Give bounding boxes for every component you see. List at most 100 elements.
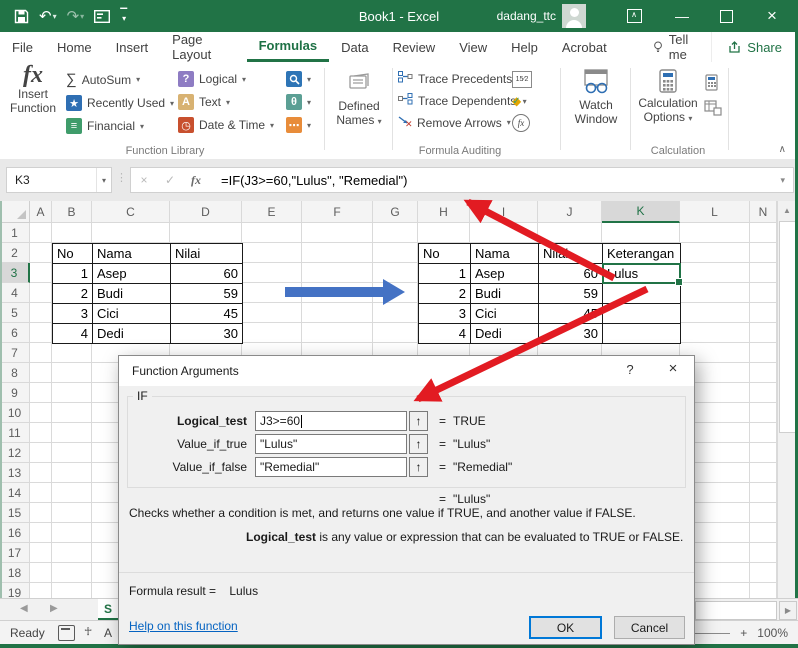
dialog-close-icon[interactable]: × (659, 360, 687, 380)
row-header-19[interactable]: 19 (0, 583, 30, 598)
row-header-14[interactable]: 14 (0, 483, 30, 503)
financial-button[interactable]: ≡ Financial ▾ (66, 118, 174, 134)
calculate-sheet-icon[interactable] (704, 100, 722, 119)
row-header-12[interactable]: 12 (0, 443, 30, 463)
expand-formula-bar-icon[interactable]: ▾ (780, 175, 785, 186)
cell-B2[interactable]: No (53, 244, 93, 264)
row-header-9[interactable]: 9 (0, 383, 30, 403)
prev-sheet-icon[interactable]: ◀ (20, 603, 28, 614)
logical-button[interactable]: ? Logical ▾ (178, 71, 274, 87)
accessibility-icon[interactable]: ☥ (84, 625, 92, 638)
cell-D2[interactable]: Nilai (171, 244, 243, 264)
more-functions-button[interactable]: ⋯ ▾ (286, 117, 311, 133)
ok-button[interactable]: OK (529, 616, 602, 639)
collapse-dialog-icon[interactable]: ↑ (409, 457, 428, 477)
selected-cell-outline[interactable] (602, 263, 683, 286)
cell-J4[interactable]: 59 (539, 284, 603, 304)
cell-H3[interactable]: 1 (419, 264, 471, 284)
math-trig-button[interactable]: θ ▾ (286, 94, 311, 110)
cell-J6[interactable]: 30 (539, 324, 603, 344)
formula-text[interactable]: =IF(J3>=60,"Lulus", "Remedial") (221, 173, 407, 188)
cell-C6[interactable]: Dedi (93, 324, 171, 344)
cell-K6[interactable] (603, 324, 681, 344)
column-header-L[interactable]: L (680, 201, 750, 223)
name-box[interactable]: K3 ▾ (6, 167, 112, 193)
cell-D4[interactable]: 59 (171, 284, 243, 304)
row-header-16[interactable]: 16 (0, 523, 30, 543)
row-header-8[interactable]: 8 (0, 363, 30, 383)
insert-function-button[interactable]: fx Insert Function (6, 63, 60, 115)
zoom-level[interactable]: 100% (757, 626, 788, 640)
collapse-dialog-icon[interactable]: ↑ (409, 411, 428, 431)
column-header-A[interactable]: A (30, 201, 52, 223)
cell-C2[interactable]: Nama (93, 244, 171, 264)
cell-H5[interactable]: 3 (419, 304, 471, 324)
tab-formulas[interactable]: Formulas (246, 32, 330, 62)
date-time-button[interactable]: ◷ Date & Time ▾ (178, 117, 274, 133)
cell-K5[interactable] (603, 304, 681, 324)
horizontal-scrollbar[interactable] (695, 601, 777, 620)
row-header-1[interactable]: 1 (0, 223, 30, 243)
dialog-title-bar[interactable]: Function Arguments ? × (119, 356, 694, 386)
collapse-ribbon-icon[interactable]: ∧ (779, 144, 786, 155)
row-header-13[interactable]: 13 (0, 463, 30, 483)
collapse-dialog-icon[interactable]: ↑ (409, 434, 428, 454)
row-header-11[interactable]: 11 (0, 423, 30, 443)
column-header-I[interactable]: I (470, 201, 538, 223)
cell-D5[interactable]: 45 (171, 304, 243, 324)
cancel-button[interactable]: Cancel (614, 616, 685, 639)
vertical-scroll-thumb[interactable] (779, 221, 796, 433)
row-header-5[interactable]: 5 (0, 303, 30, 323)
cell-I6[interactable]: Dedi (471, 324, 539, 344)
cell-C5[interactable]: Cici (93, 304, 171, 324)
dialog-help-icon[interactable]: ? (617, 362, 643, 380)
row-header-4[interactable]: 4 (0, 283, 30, 303)
defined-names-button[interactable]: Defined Names ▾ (330, 68, 388, 129)
trace-dependents-button[interactable]: Trace Dependents (398, 93, 516, 108)
row-header-7[interactable]: 7 (0, 343, 30, 363)
error-checking-button[interactable]: ◆ ✓ ▾ (512, 94, 532, 108)
cell-H4[interactable]: 2 (419, 284, 471, 304)
minimize-button[interactable]: — (662, 0, 702, 32)
insert-function-icon[interactable]: fx (183, 173, 209, 188)
tab-file[interactable]: File (0, 32, 45, 62)
scroll-right-icon[interactable]: ▶ (779, 601, 797, 620)
maximize-button[interactable] (706, 0, 746, 32)
cell-C3[interactable]: Asep (93, 264, 171, 284)
column-header-F[interactable]: F (302, 201, 373, 223)
column-header-G[interactable]: G (373, 201, 418, 223)
tab-data[interactable]: Data (329, 32, 380, 62)
cell-B3[interactable]: 1 (53, 264, 93, 284)
row-header-18[interactable]: 18 (0, 563, 30, 583)
touch-mouse-mode-icon[interactable] (94, 9, 111, 23)
redo-dropdown-icon[interactable]: ▾ (80, 12, 84, 21)
enter-formula-icon[interactable]: ✓ (157, 173, 183, 187)
tab-home[interactable]: Home (45, 32, 104, 62)
cell-I4[interactable]: Budi (471, 284, 539, 304)
calculate-now-icon[interactable] (704, 74, 722, 94)
cell-D6[interactable]: 30 (171, 324, 243, 344)
row-header-10[interactable]: 10 (0, 403, 30, 423)
close-button[interactable]: × (752, 0, 792, 32)
recently-used-button[interactable]: ★ Recently Used ▾ (66, 95, 174, 111)
user-name[interactable]: dadang_ttc (497, 0, 556, 32)
row-header-17[interactable]: 17 (0, 543, 30, 563)
row-header-3[interactable]: 3 (0, 263, 30, 283)
help-on-function-link[interactable]: Help on this function (129, 619, 238, 633)
name-box-dropdown-icon[interactable]: ▾ (95, 168, 111, 192)
cell-J5[interactable]: 45 (539, 304, 603, 324)
formula-bar-resize-handle[interactable]: ⋮ (116, 171, 128, 184)
cell-H2[interactable]: No (419, 244, 471, 264)
trace-precedents-button[interactable]: Trace Precedents (398, 71, 516, 86)
undo-dropdown-icon[interactable]: ▾ (53, 12, 57, 21)
row-header-6[interactable]: 6 (0, 323, 30, 343)
cell-B4[interactable]: 2 (53, 284, 93, 304)
scroll-up-icon[interactable]: ▲ (778, 201, 796, 219)
ribbon-display-options-icon[interactable]: ∧ (614, 0, 654, 32)
cell-K4[interactable] (603, 284, 681, 304)
value-if-false-input[interactable]: "Remedial" (255, 457, 407, 477)
tab-insert[interactable]: Insert (104, 32, 161, 62)
show-formulas-icon[interactable]: 15∕2 (512, 71, 532, 88)
cell-B6[interactable]: 4 (53, 324, 93, 344)
cell-I5[interactable]: Cici (471, 304, 539, 324)
